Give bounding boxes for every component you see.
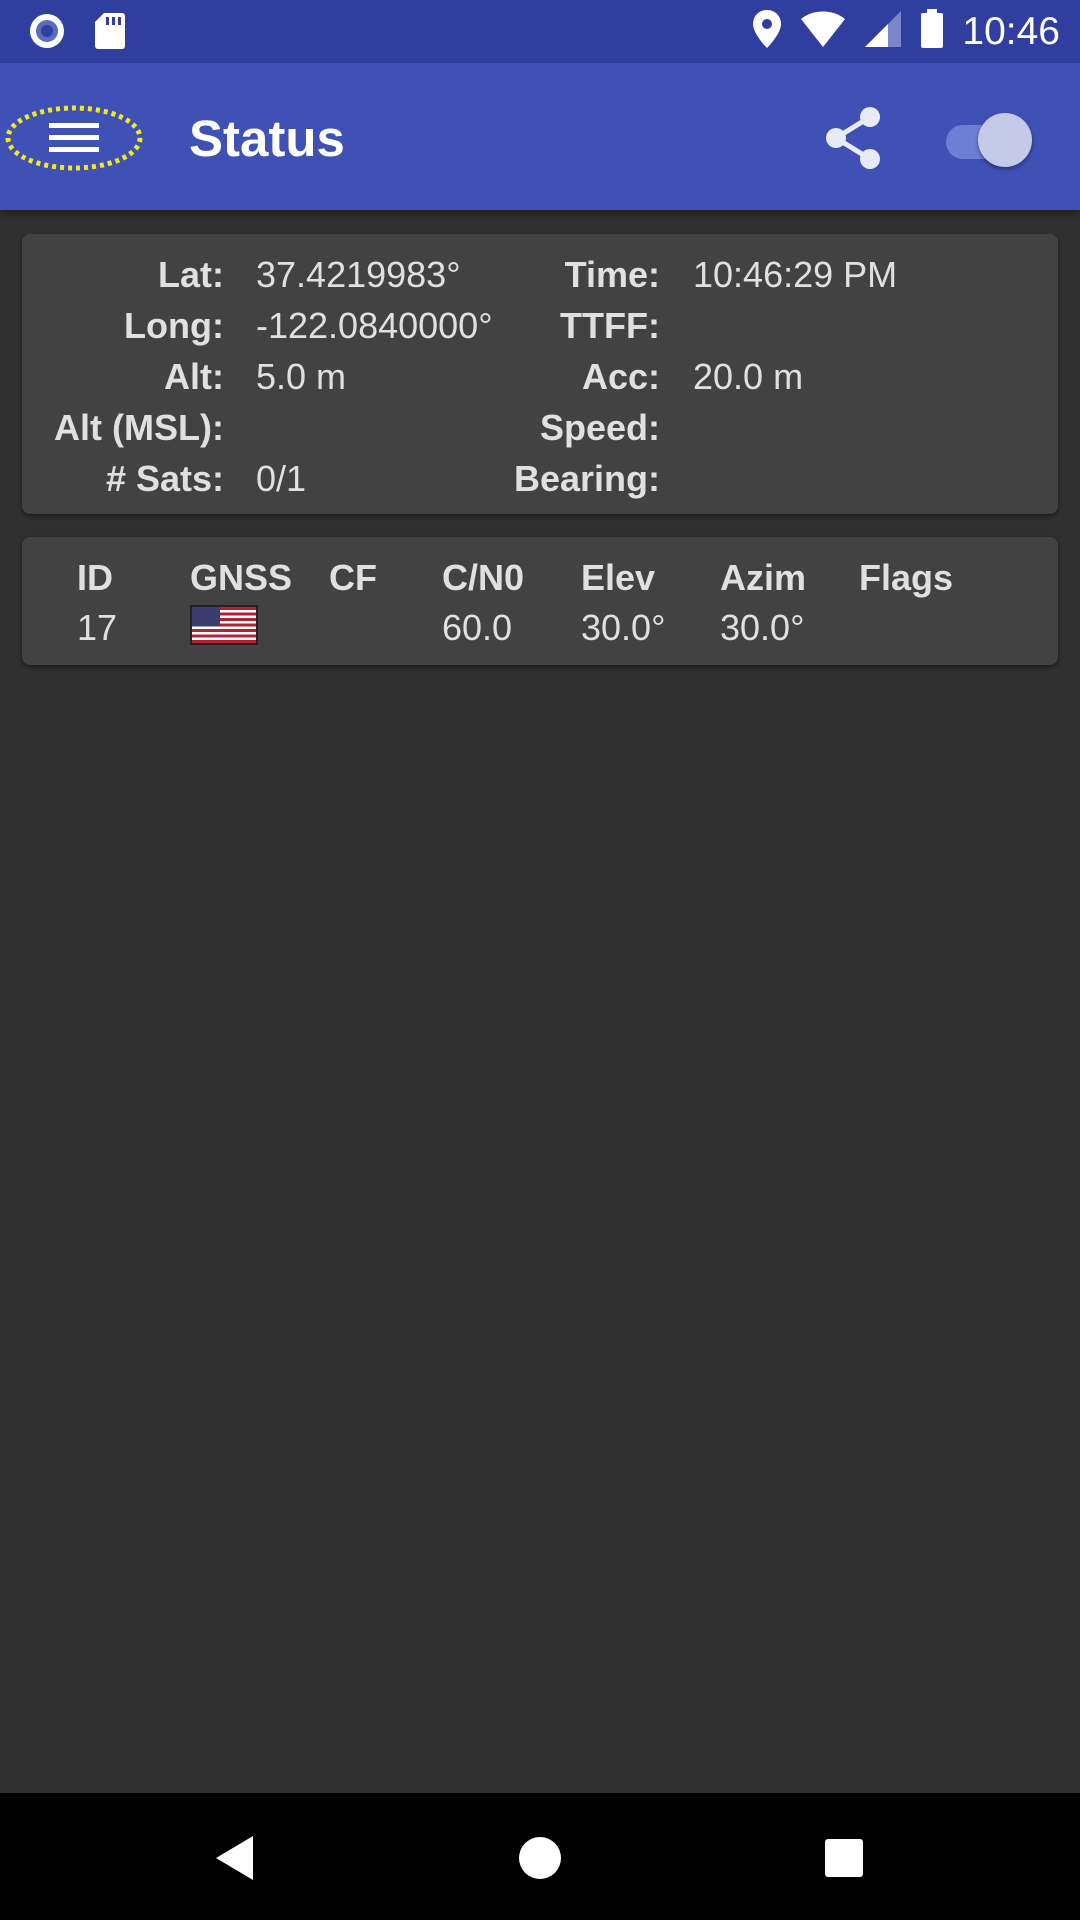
long-value: -122.0840000° — [256, 305, 493, 346]
sats-value: 0/1 — [256, 458, 307, 499]
alt-value: 5.0 m — [256, 356, 347, 397]
speed-label: Speed: — [539, 407, 660, 448]
column-header-id: ID — [77, 557, 113, 598]
back-button[interactable] — [200, 1823, 270, 1893]
sd-card-icon — [94, 12, 126, 55]
home-icon — [519, 1837, 561, 1879]
time-label: Time: — [564, 254, 660, 295]
wifi-icon — [800, 10, 846, 53]
notification-circle-icon — [28, 12, 66, 55]
back-icon — [216, 1836, 253, 1880]
hamburger-menu-icon — [5, 105, 143, 171]
sat-id-cell: 17 — [77, 607, 118, 648]
gps-toggle[interactable] — [942, 107, 1034, 167]
navigation-bar — [0, 1793, 1080, 1920]
time-value: 10:46:29 PM — [693, 254, 898, 295]
sat-azim-cell: 30.0° — [720, 607, 805, 648]
recents-icon — [825, 1839, 863, 1877]
alt-label: Alt: — [164, 356, 224, 397]
column-header-azim: Azim — [720, 557, 807, 598]
clock: 10:46 — [962, 9, 1060, 53]
ttff-label: TTFF: — [560, 305, 660, 346]
app-bar: Status — [0, 63, 1080, 210]
acc-value: 20.0 m — [693, 356, 804, 397]
bearing-label: Bearing: — [513, 458, 660, 499]
us-flag-icon — [190, 605, 258, 645]
status-bar: 10:46 — [0, 0, 1080, 63]
share-button[interactable] — [820, 103, 886, 173]
alt-msl-label: Alt (MSL): — [54, 407, 224, 448]
column-header-elev: Elev — [581, 557, 656, 598]
lat-value: 37.4219983° — [256, 254, 461, 295]
long-label: Long: — [124, 305, 224, 346]
satellite-table-card: ID GNSS CF C/N0 Elev Azim Flags 17 60.0 … — [22, 537, 1058, 665]
sat-cn0-cell: 60.0 — [442, 607, 513, 648]
location-card: Lat: Long: Alt: Alt (MSL): # Sats: 37.42… — [22, 234, 1058, 514]
battery-icon — [920, 9, 944, 54]
sats-label: # Sats: — [105, 458, 224, 499]
toggle-thumb — [978, 113, 1032, 167]
column-header-gnss: GNSS — [190, 557, 293, 598]
column-header-flags: Flags — [859, 557, 954, 598]
lat-label: Lat: — [158, 254, 224, 295]
share-icon — [826, 107, 880, 169]
home-button[interactable] — [505, 1823, 575, 1893]
recents-button[interactable] — [809, 1823, 879, 1893]
column-header-cf: CF — [329, 557, 377, 598]
location-icon — [752, 9, 782, 54]
page-title: Status — [189, 110, 345, 167]
sat-elev-cell: 30.0° — [581, 607, 666, 648]
column-header-cn0: C/N0 — [442, 557, 525, 598]
menu-button[interactable] — [4, 103, 144, 173]
acc-label: Acc: — [581, 356, 660, 397]
cell-signal-icon — [864, 10, 902, 53]
